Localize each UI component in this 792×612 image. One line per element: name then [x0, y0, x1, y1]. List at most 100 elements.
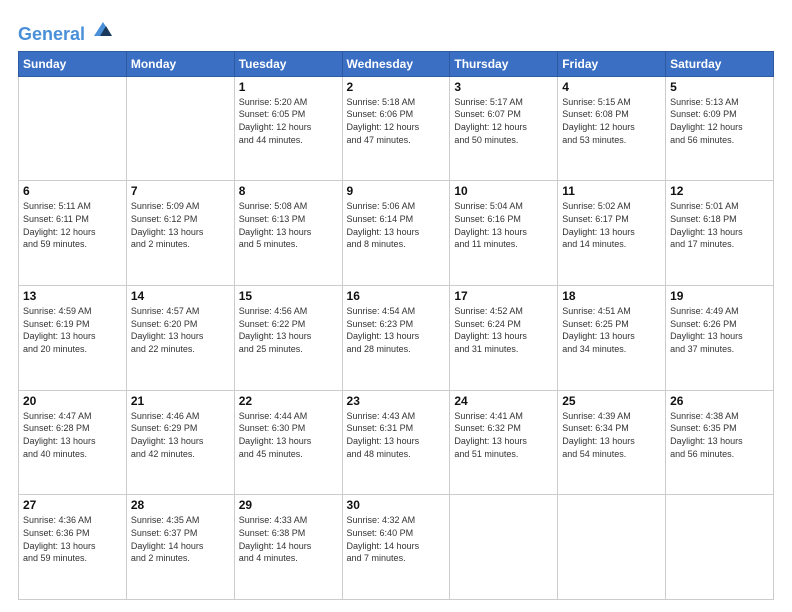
- calendar-cell: 4Sunrise: 5:15 AMSunset: 6:08 PMDaylight…: [558, 76, 666, 181]
- calendar-cell: 1 Sunrise: 5:20 AMSunset: 6:05 PMDaylight…: [234, 76, 342, 181]
- calendar-week-row: 20 Sunrise: 4:47 AMSunset: 6:28 PMDayligh…: [19, 390, 774, 495]
- day-number: 11: [562, 184, 661, 198]
- day-number: 13: [23, 289, 122, 303]
- calendar-week-row: 27 Sunrise: 4:36 AMSunset: 6:36 PMDayligh…: [19, 495, 774, 600]
- calendar-cell: 20 Sunrise: 4:47 AMSunset: 6:28 PMDayligh…: [19, 390, 127, 495]
- calendar-cell: [558, 495, 666, 600]
- day-number: 18: [562, 289, 661, 303]
- weekday-header-friday: Friday: [558, 51, 666, 76]
- calendar-cell: 27 Sunrise: 4:36 AMSunset: 6:36 PMDayligh…: [19, 495, 127, 600]
- calendar-cell: 23 Sunrise: 4:43 AMSunset: 6:31 PMDayligh…: [342, 390, 450, 495]
- day-number: 12: [670, 184, 769, 198]
- calendar-cell: 30Sunrise: 4:32 AMSunset: 6:40 PMDayligh…: [342, 495, 450, 600]
- logo-text: General: [18, 18, 114, 45]
- day-info: Sunrise: 4:44 AMSunset: 6:30 PMDaylight:…: [239, 410, 338, 460]
- day-number: 9: [347, 184, 446, 198]
- day-info: Sunrise: 5:11 AMSunset: 6:11 PMDaylight:…: [23, 200, 122, 250]
- calendar-cell: 10 Sunrise: 5:04 AMSunset: 6:16 PMDayligh…: [450, 181, 558, 286]
- day-number: 5: [670, 80, 769, 94]
- day-number: 10: [454, 184, 553, 198]
- calendar-cell: [19, 76, 127, 181]
- calendar-cell: 11Sunrise: 5:02 AMSunset: 6:17 PMDayligh…: [558, 181, 666, 286]
- weekday-header-thursday: Thursday: [450, 51, 558, 76]
- day-info: Sunrise: 4:43 AMSunset: 6:31 PMDaylight:…: [347, 410, 446, 460]
- day-info: Sunrise: 5:15 AMSunset: 6:08 PMDaylight:…: [562, 96, 661, 146]
- day-info: Sunrise: 5:06 AMSunset: 6:14 PMDaylight:…: [347, 200, 446, 250]
- calendar-table: SundayMondayTuesdayWednesdayThursdayFrid…: [18, 51, 774, 600]
- day-info: Sunrise: 4:46 AMSunset: 6:29 PMDaylight:…: [131, 410, 230, 460]
- day-number: 15: [239, 289, 338, 303]
- day-number: 20: [23, 394, 122, 408]
- weekday-header-sunday: Sunday: [19, 51, 127, 76]
- logo-general: General: [18, 24, 85, 44]
- calendar-cell: 25Sunrise: 4:39 AMSunset: 6:34 PMDayligh…: [558, 390, 666, 495]
- calendar-cell: 3 Sunrise: 5:17 AMSunset: 6:07 PMDaylight…: [450, 76, 558, 181]
- day-info: Sunrise: 4:52 AMSunset: 6:24 PMDaylight:…: [454, 305, 553, 355]
- calendar-cell: 5 Sunrise: 5:13 AMSunset: 6:09 PMDaylight…: [666, 76, 774, 181]
- day-info: Sunrise: 5:09 AMSunset: 6:12 PMDaylight:…: [131, 200, 230, 250]
- logo: General: [18, 18, 114, 41]
- day-info: Sunrise: 4:35 AMSunset: 6:37 PMDaylight:…: [131, 514, 230, 564]
- day-number: 7: [131, 184, 230, 198]
- weekday-header-wednesday: Wednesday: [342, 51, 450, 76]
- day-number: 14: [131, 289, 230, 303]
- day-number: 1: [239, 80, 338, 94]
- day-info: Sunrise: 5:13 AMSunset: 6:09 PMDaylight:…: [670, 96, 769, 146]
- calendar-week-row: 13 Sunrise: 4:59 AMSunset: 6:19 PMDayligh…: [19, 286, 774, 391]
- calendar-cell: 15 Sunrise: 4:56 AMSunset: 6:22 PMDayligh…: [234, 286, 342, 391]
- day-number: 22: [239, 394, 338, 408]
- day-info: Sunrise: 4:36 AMSunset: 6:36 PMDaylight:…: [23, 514, 122, 564]
- day-info: Sunrise: 5:01 AMSunset: 6:18 PMDaylight:…: [670, 200, 769, 250]
- day-number: 25: [562, 394, 661, 408]
- calendar-cell: 16 Sunrise: 4:54 AMSunset: 6:23 PMDayligh…: [342, 286, 450, 391]
- weekday-header-monday: Monday: [126, 51, 234, 76]
- calendar-cell: 2Sunrise: 5:18 AMSunset: 6:06 PMDaylight…: [342, 76, 450, 181]
- weekday-header-tuesday: Tuesday: [234, 51, 342, 76]
- day-info: Sunrise: 4:41 AMSunset: 6:32 PMDaylight:…: [454, 410, 553, 460]
- calendar-cell: 18 Sunrise: 4:51 AMSunset: 6:25 PMDayligh…: [558, 286, 666, 391]
- day-number: 26: [670, 394, 769, 408]
- calendar-cell: 7 Sunrise: 5:09 AMSunset: 6:12 PMDaylight…: [126, 181, 234, 286]
- day-number: 8: [239, 184, 338, 198]
- calendar-cell: [126, 76, 234, 181]
- header: General: [18, 18, 774, 41]
- day-number: 6: [23, 184, 122, 198]
- day-info: Sunrise: 4:47 AMSunset: 6:28 PMDaylight:…: [23, 410, 122, 460]
- day-info: Sunrise: 4:38 AMSunset: 6:35 PMDaylight:…: [670, 410, 769, 460]
- day-number: 3: [454, 80, 553, 94]
- day-number: 29: [239, 498, 338, 512]
- weekday-header-saturday: Saturday: [666, 51, 774, 76]
- day-info: Sunrise: 4:33 AMSunset: 6:38 PMDaylight:…: [239, 514, 338, 564]
- calendar-cell: 8 Sunrise: 5:08 AMSunset: 6:13 PMDaylight…: [234, 181, 342, 286]
- calendar-cell: 22 Sunrise: 4:44 AMSunset: 6:30 PMDayligh…: [234, 390, 342, 495]
- day-number: 28: [131, 498, 230, 512]
- calendar-cell: 13 Sunrise: 4:59 AMSunset: 6:19 PMDayligh…: [19, 286, 127, 391]
- calendar-cell: [666, 495, 774, 600]
- calendar-cell: [450, 495, 558, 600]
- calendar-cell: 26 Sunrise: 4:38 AMSunset: 6:35 PMDayligh…: [666, 390, 774, 495]
- day-info: Sunrise: 4:51 AMSunset: 6:25 PMDaylight:…: [562, 305, 661, 355]
- day-number: 27: [23, 498, 122, 512]
- day-number: 19: [670, 289, 769, 303]
- day-info: Sunrise: 4:57 AMSunset: 6:20 PMDaylight:…: [131, 305, 230, 355]
- day-info: Sunrise: 4:32 AMSunset: 6:40 PMDaylight:…: [347, 514, 446, 564]
- day-number: 17: [454, 289, 553, 303]
- day-info: Sunrise: 4:49 AMSunset: 6:26 PMDaylight:…: [670, 305, 769, 355]
- calendar-cell: 9 Sunrise: 5:06 AMSunset: 6:14 PMDaylight…: [342, 181, 450, 286]
- calendar-cell: 12 Sunrise: 5:01 AMSunset: 6:18 PMDayligh…: [666, 181, 774, 286]
- day-info: Sunrise: 4:54 AMSunset: 6:23 PMDaylight:…: [347, 305, 446, 355]
- logo-icon: [92, 18, 114, 40]
- day-info: Sunrise: 5:04 AMSunset: 6:16 PMDaylight:…: [454, 200, 553, 250]
- day-number: 16: [347, 289, 446, 303]
- day-info: Sunrise: 5:20 AMSunset: 6:05 PMDaylight:…: [239, 96, 338, 146]
- day-info: Sunrise: 5:08 AMSunset: 6:13 PMDaylight:…: [239, 200, 338, 250]
- day-info: Sunrise: 5:17 AMSunset: 6:07 PMDaylight:…: [454, 96, 553, 146]
- calendar-cell: 14 Sunrise: 4:57 AMSunset: 6:20 PMDayligh…: [126, 286, 234, 391]
- day-info: Sunrise: 4:56 AMSunset: 6:22 PMDaylight:…: [239, 305, 338, 355]
- calendar-week-row: 1 Sunrise: 5:20 AMSunset: 6:05 PMDaylight…: [19, 76, 774, 181]
- day-info: Sunrise: 4:59 AMSunset: 6:19 PMDaylight:…: [23, 305, 122, 355]
- day-number: 23: [347, 394, 446, 408]
- weekday-header-row: SundayMondayTuesdayWednesdayThursdayFrid…: [19, 51, 774, 76]
- calendar-cell: 17 Sunrise: 4:52 AMSunset: 6:24 PMDayligh…: [450, 286, 558, 391]
- day-number: 21: [131, 394, 230, 408]
